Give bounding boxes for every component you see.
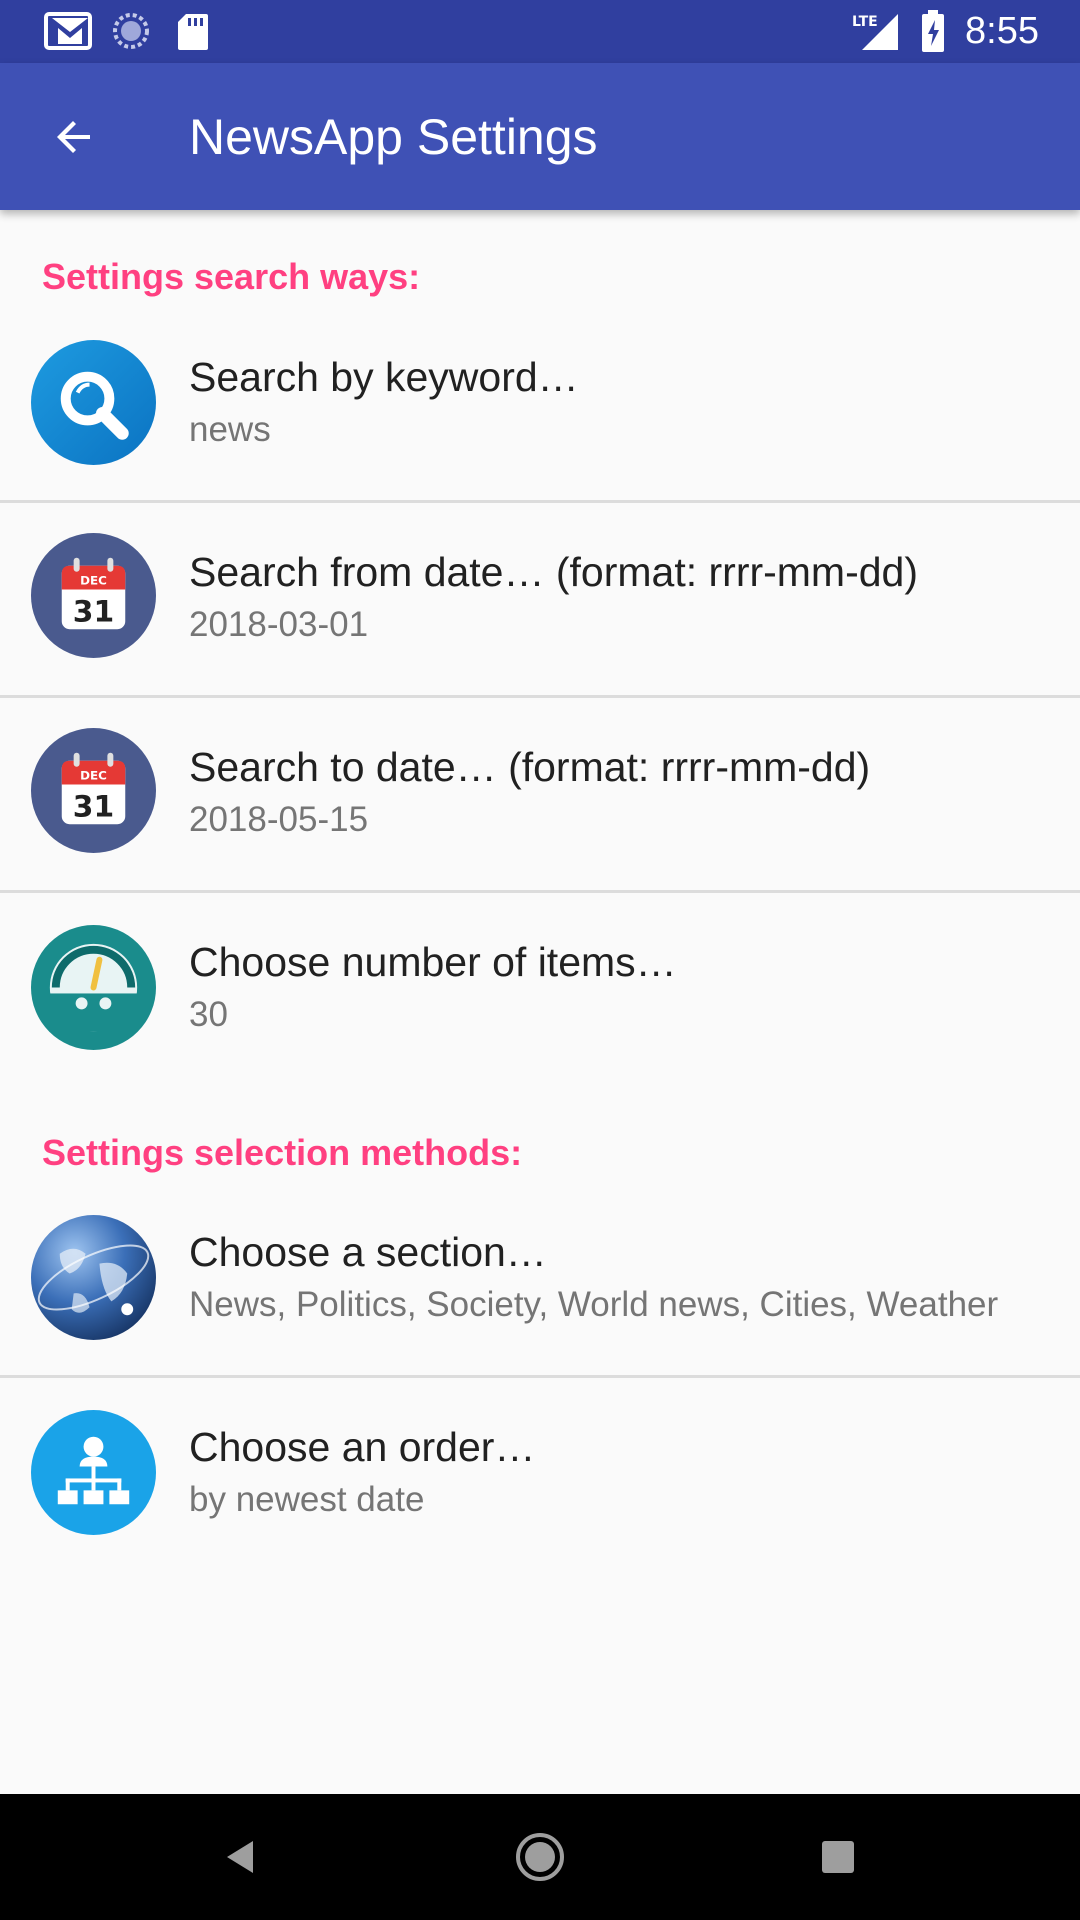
network-type-label: LTE: [852, 14, 878, 30]
pref-title: Choose an order…: [189, 1424, 536, 1470]
page-title: NewsApp Settings: [189, 109, 598, 165]
arrow-back-icon: [57, 121, 90, 153]
category-header-selection: Settings selection methods:: [42, 1132, 523, 1173]
recents-square-icon: [822, 1841, 854, 1873]
pref-search-keyword[interactable]: Search by keyword… news: [0, 307, 1080, 503]
pref-title: Choose number of items…: [189, 939, 677, 985]
calendar-month-label: DEC: [80, 574, 107, 588]
sd-card-icon: [178, 14, 208, 50]
gauge-icon: [30, 924, 157, 1051]
category-header-search: Settings search ways:: [42, 256, 421, 297]
pref-title: Search by keyword…: [189, 354, 579, 400]
status-bar: LTE 8:55: [0, 0, 1080, 63]
pref-choose-order[interactable]: Choose an order… by newest date: [0, 1377, 1080, 1570]
home-circle-icon: [516, 1833, 564, 1881]
nav-back-button[interactable]: [205, 1821, 277, 1893]
calendar-icon: DEC 31: [30, 532, 157, 659]
lte-signal-icon: LTE: [852, 14, 898, 50]
pref-title: Search to date… (format: rrrr-mm-dd): [189, 744, 871, 790]
sync-icon: [113, 13, 149, 49]
nav-recents-button[interactable]: [802, 1821, 874, 1893]
back-button[interactable]: [30, 101, 118, 173]
back-triangle-icon: [227, 1841, 253, 1873]
pref-number-of-items[interactable]: Choose number of items… 30: [0, 892, 1080, 1085]
pref-title: Choose a section…: [189, 1229, 547, 1275]
calendar-icon: DEC 31: [30, 727, 157, 854]
pref-choose-section[interactable]: Choose a section… News, Politics, Societ…: [0, 1182, 1080, 1378]
pref-summary: 30: [189, 995, 228, 1034]
pref-summary: 2018-05-15: [189, 800, 369, 839]
pref-title: Search from date… (format: rrrr-mm-dd): [189, 549, 918, 595]
pref-summary: by newest date: [189, 1480, 425, 1519]
pref-summary: news: [189, 410, 271, 449]
pref-search-from-date[interactable]: DEC 31 Search from date… (format: rrrr-m…: [0, 502, 1080, 698]
status-time: 8:55: [965, 10, 1039, 52]
app-bar: NewsApp Settings: [0, 63, 1080, 210]
calendar-day-label: 31: [73, 594, 114, 629]
pref-search-to-date[interactable]: DEC 31 Search to date… (format: rrrr-mm-…: [0, 697, 1080, 893]
pref-summary: 2018-03-01: [189, 605, 369, 644]
navigation-bar: [0, 1794, 1080, 1920]
search-icon: [30, 339, 157, 466]
gmail-icon: [44, 12, 92, 50]
battery-charging-icon: [922, 10, 944, 52]
calendar-day-label: 31: [73, 789, 114, 824]
hierarchy-icon: [30, 1409, 157, 1536]
nav-home-button[interactable]: [504, 1821, 576, 1893]
calendar-month-label: DEC: [80, 769, 107, 783]
pref-summary: News, Politics, Society, World news, Cit…: [189, 1285, 999, 1324]
globe-icon: [30, 1214, 157, 1341]
